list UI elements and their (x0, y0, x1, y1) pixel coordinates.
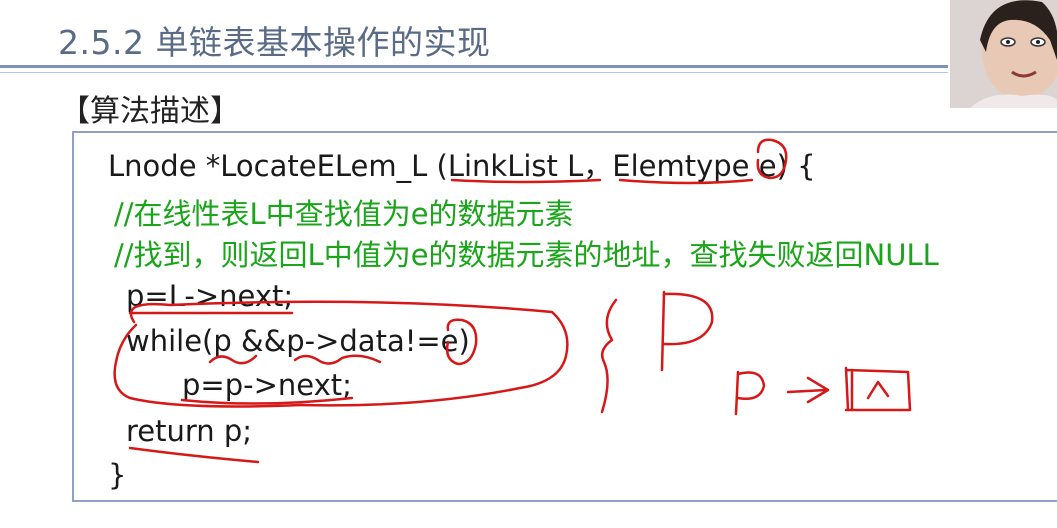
code-line-comment-2: //找到，则返回L中值为e的数据元素的地址，查找失败返回NULL (114, 238, 939, 272)
section-label: 【算法描述】 (60, 94, 240, 129)
code-line-advance: p=p->next; (182, 368, 352, 402)
code-line-return: return p; (126, 414, 253, 448)
code-line-while: while(p &&p->data!=e) (126, 324, 470, 358)
code-line-init: p=L->next; (126, 279, 294, 313)
title-underline-thin (0, 72, 948, 73)
presenter-webcam (950, 0, 1057, 108)
code-line-signature: Lnode *LocateELem_L (LinkList L，Elemtype… (108, 149, 816, 183)
slide-title: 2.5.2 单链表基本操作的实现 (58, 23, 491, 62)
code-line-close-brace: } (108, 458, 127, 492)
code-line-comment-1: //在线性表L中查找值为e的数据元素 (114, 197, 574, 231)
title-underline-thick (0, 65, 948, 68)
